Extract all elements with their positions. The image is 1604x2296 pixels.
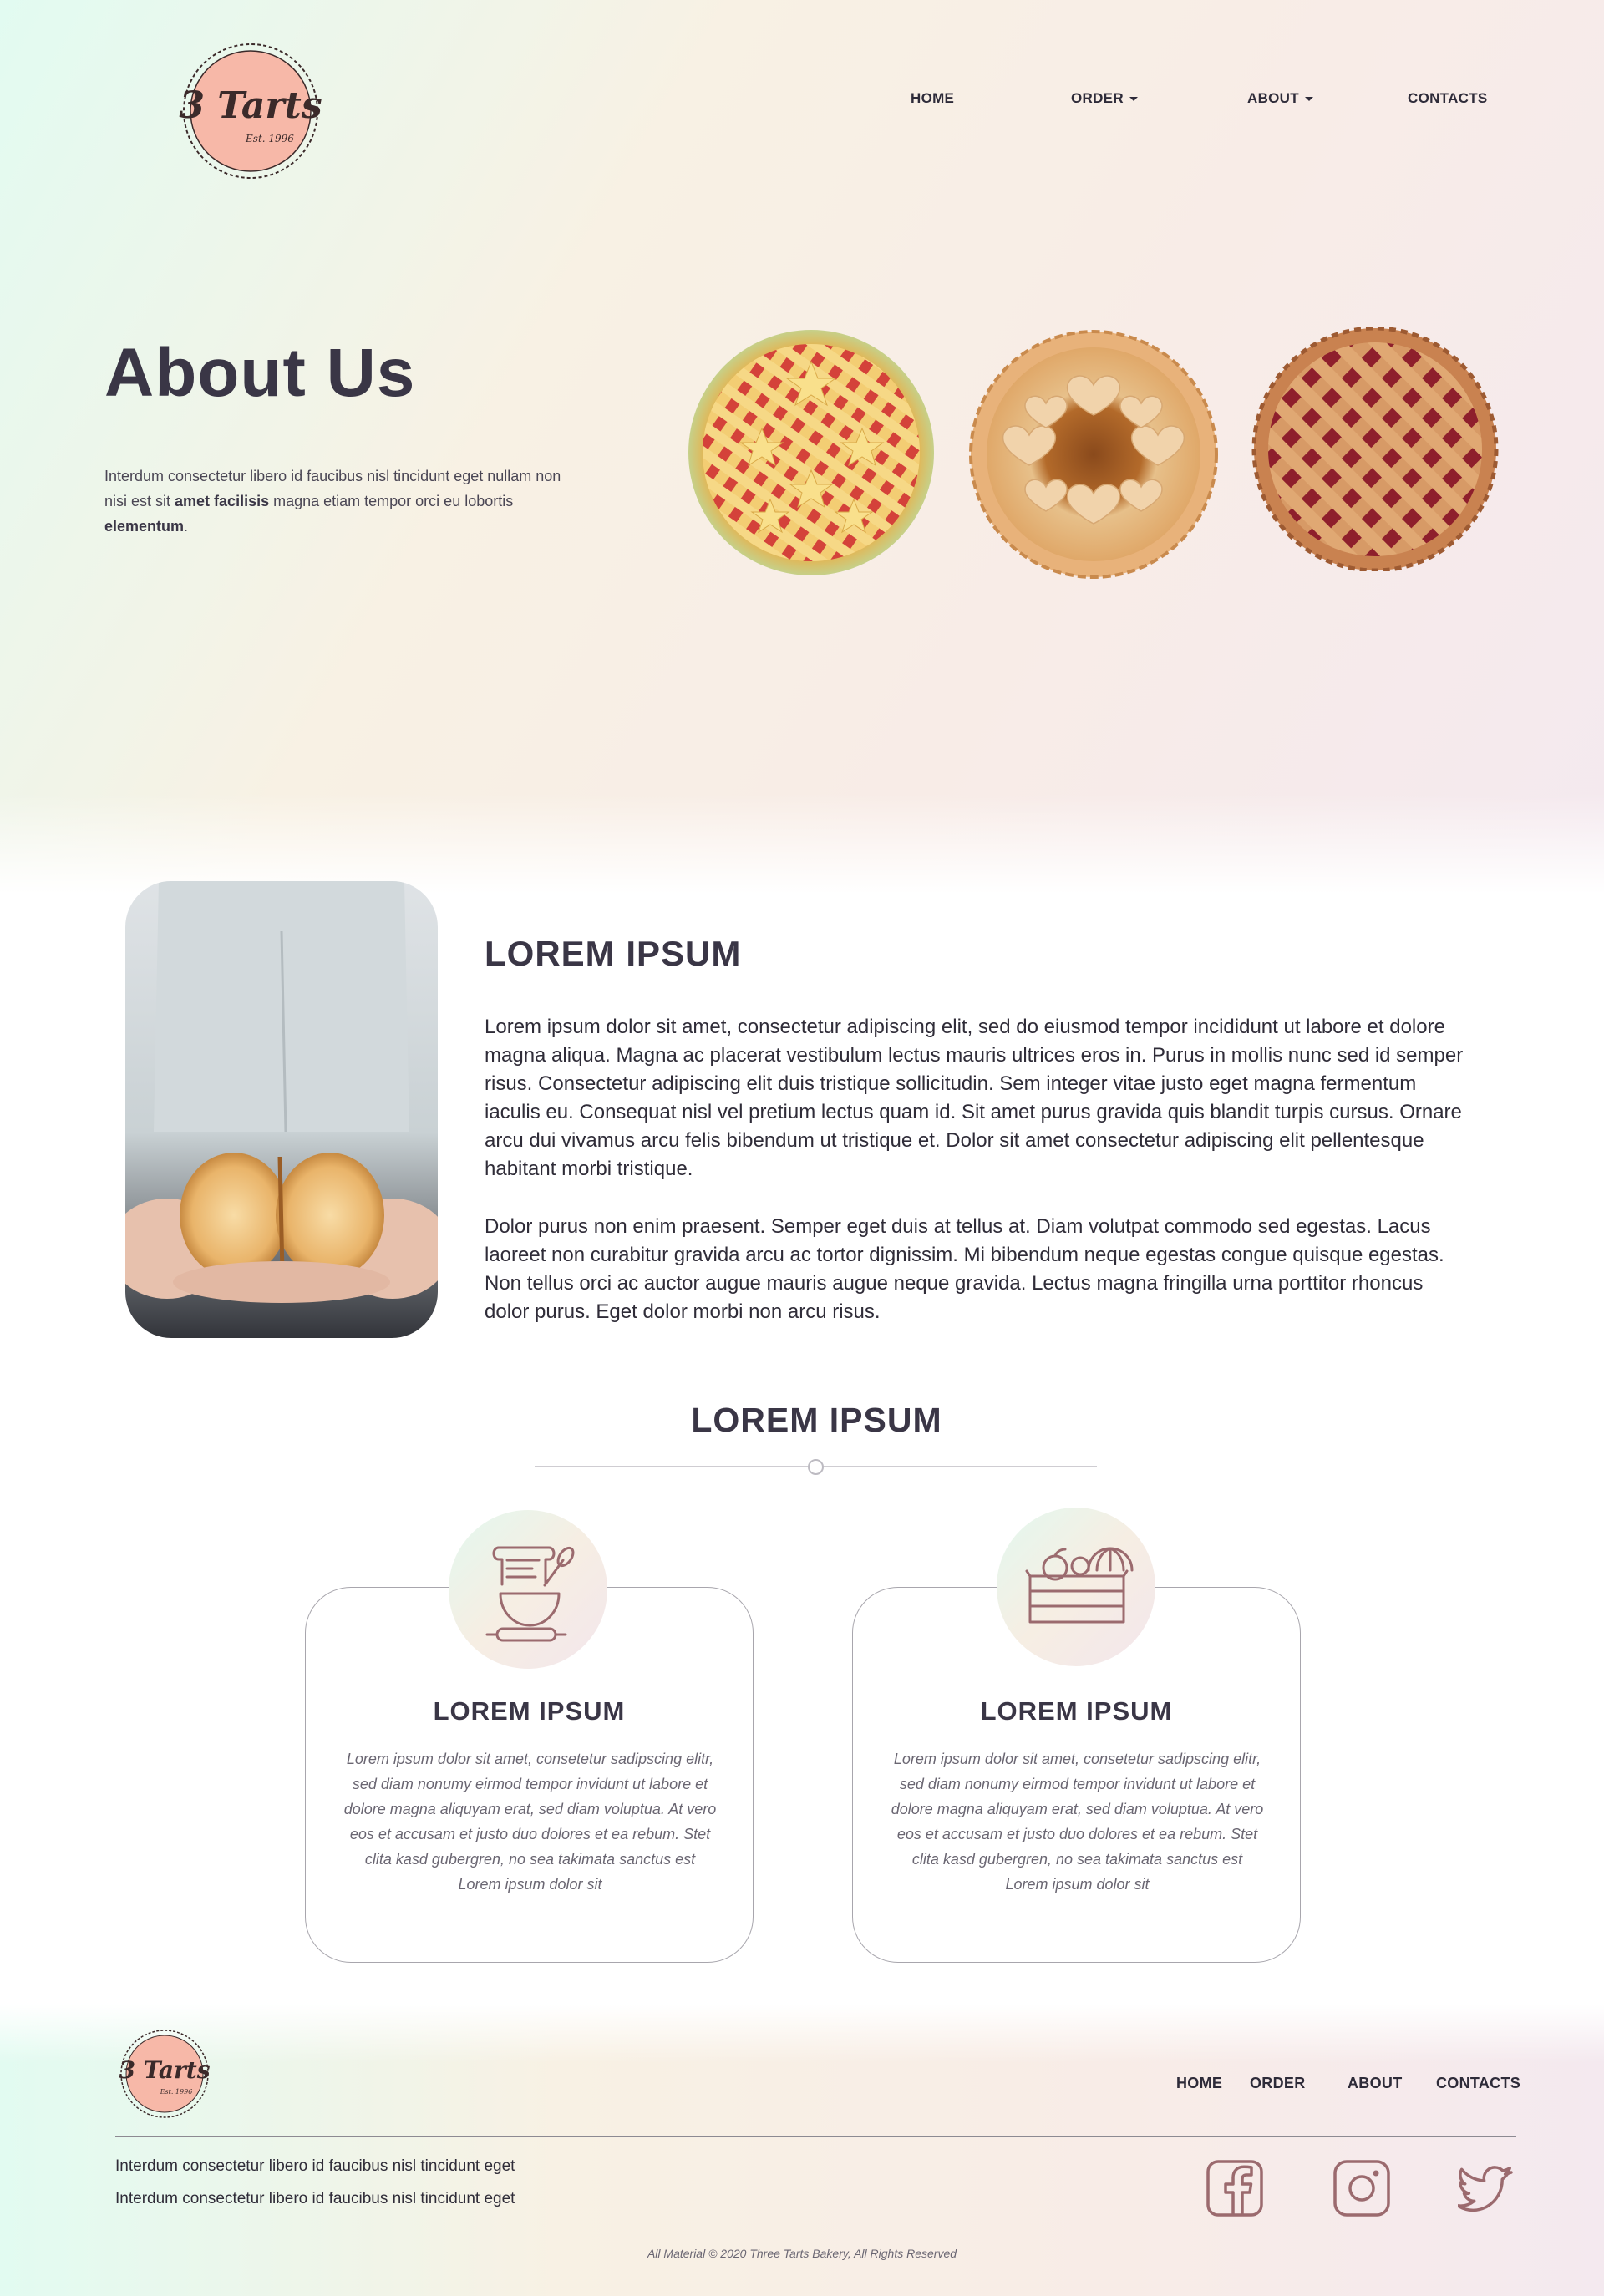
hero-text-part: magna etiam tempor orci eu lobortis: [269, 493, 514, 509]
divider-dot: [808, 1459, 824, 1475]
feature-icon-circle: [997, 1508, 1155, 1666]
copyright-company: Three Tarts Bakery: [749, 2247, 848, 2260]
instagram-icon: [1333, 2160, 1390, 2217]
produce-basket-icon: [1025, 1547, 1134, 1624]
twitter-icon: [1456, 2166, 1513, 2212]
about-paragraph-2: Dolor purus non enim praesent. Semper eg…: [485, 1215, 1444, 1323]
baking-tools-icon: [485, 1546, 575, 1642]
about-heading: LOREM IPSUM: [485, 934, 742, 973]
footer-nav-contacts[interactable]: CONTACTS: [1436, 2075, 1520, 2092]
nav-about[interactable]: ABOUT: [1247, 90, 1313, 107]
hero-text-bold: amet facilisis: [175, 493, 270, 509]
footer-nav-about[interactable]: ABOUT: [1348, 2075, 1403, 2092]
hero-description: Interdum consectetur libero id faucibus …: [104, 464, 572, 539]
feature-card-title: LOREM IPSUM: [980, 1696, 1173, 1726]
logo-badge-icon: 3 Tarts Est. 1996: [119, 2030, 211, 2118]
about-paragraph-1: Lorem ipsum dolor sit amet, consectetur …: [485, 1016, 1464, 1180]
nav-home[interactable]: HOME: [911, 90, 954, 107]
feature-card-text: Lorem ipsum dolor sit amet, consetetur s…: [891, 1751, 1264, 1893]
features-heading: LOREM IPSUM: [691, 1401, 942, 1439]
nav-contacts-label: CONTACTS: [1408, 90, 1488, 106]
footer-text-line: Interdum consectetur libero id faucibus …: [115, 2157, 515, 2175]
caret-down-icon: [1304, 97, 1313, 102]
logo-badge-icon: 3 Tarts Est. 1996: [179, 43, 322, 179]
logo-est: Est. 1996: [245, 133, 294, 144]
pie-image-lattice: [1251, 326, 1500, 573]
caret-down-icon: [1129, 97, 1138, 102]
feature-icon-circle: [449, 1510, 607, 1669]
baker-photo: [125, 881, 438, 1338]
nav-order[interactable]: ORDER: [1071, 90, 1138, 107]
copyright-text: , All Rights Reserved: [847, 2247, 957, 2260]
page-title: About Us: [104, 335, 416, 411]
logo-est: Est. 1996: [160, 2088, 193, 2096]
brand-logo[interactable]: 3 Tarts Est. 1996: [171, 40, 330, 182]
nav-home-label: HOME: [911, 90, 955, 106]
hero-text-bold: elementum: [104, 518, 185, 535]
nav-contacts[interactable]: CONTACTS: [1408, 90, 1488, 107]
hero-text-part: .: [184, 518, 189, 535]
twitter-link[interactable]: [1456, 2159, 1516, 2217]
feature-card-title: LOREM IPSUM: [433, 1696, 626, 1726]
feature-card-text: Lorem ipsum dolor sit amet, consetetur s…: [343, 1751, 717, 1893]
pie-image-star: [687, 328, 936, 577]
logo-wordmark: 3 Tarts: [179, 84, 322, 127]
copyright-text: All Material © 2020: [647, 2247, 750, 2260]
nav-order-label: ORDER: [1071, 90, 1124, 106]
logo-wordmark: 3 Tarts: [119, 2056, 211, 2084]
footer-nav-order[interactable]: ORDER: [1250, 2075, 1306, 2092]
pie-image-hearts: [969, 328, 1218, 580]
footer-logo[interactable]: 3 Tarts Est. 1996: [113, 2028, 217, 2120]
copyright-notice: All Material © 2020 Three Tarts Bakery, …: [0, 2247, 1604, 2260]
footer-divider: [115, 2136, 1516, 2137]
footer-text-line: Interdum consectetur libero id faucibus …: [115, 2190, 515, 2207]
nav-about-label: ABOUT: [1247, 90, 1299, 106]
instagram-link[interactable]: [1332, 2159, 1391, 2217]
facebook-link[interactable]: [1206, 2159, 1264, 2217]
footer-nav-home[interactable]: HOME: [1176, 2075, 1222, 2092]
facebook-icon: [1206, 2160, 1263, 2217]
